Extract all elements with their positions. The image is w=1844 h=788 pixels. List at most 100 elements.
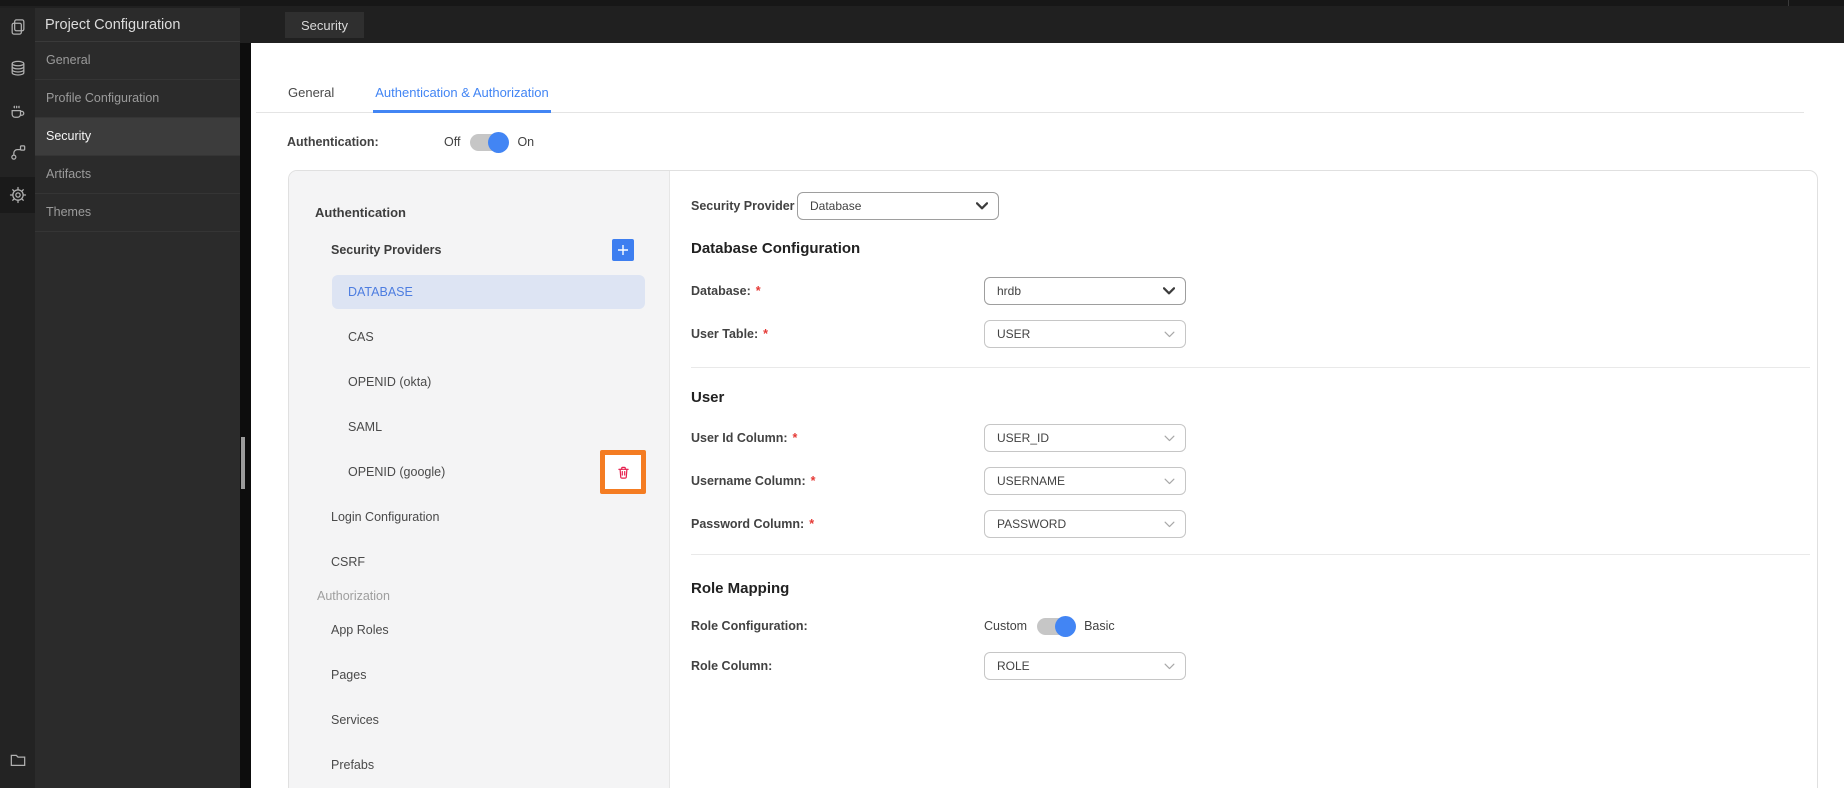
nav-item-app-roles[interactable]: App Roles [331,613,645,647]
file-explorer-icon[interactable] [0,742,35,778]
password-column-select[interactable]: PASSWORD [984,510,1186,538]
required-marker: * [809,517,815,531]
scrollbar-thumb[interactable] [241,437,245,489]
sidebar-item-security[interactable]: Security [35,118,240,156]
nav-item-services[interactable]: Services [331,703,645,737]
username-column-row: Username Column: * USERNAME [691,467,1817,495]
sidebar-item-artifacts[interactable]: Artifacts [35,156,240,194]
sidebar-item-general[interactable]: General [35,42,240,80]
role-configuration-toggle[interactable] [1037,615,1077,637]
required-marker: * [763,327,769,341]
database-configuration-heading: Database Configuration [691,240,861,257]
provider-config-form: Security Provider Database Database Conf… [670,171,1817,788]
sidebar-item-profile-configuration[interactable]: Profile Configuration [35,80,240,118]
toggle-knob [488,131,510,153]
user-table-select[interactable]: USER [984,320,1186,348]
api-flow-icon[interactable] [0,135,35,171]
provider-item-saml[interactable]: SAML [332,410,645,444]
role-mapping-heading: Role Mapping [691,580,790,597]
security-providers-label: Security Providers [331,243,442,257]
authorization-section-header: Authorization [317,589,390,603]
provider-item-openid-google[interactable]: OPENID (google) [332,450,646,494]
role-basic-label: Basic [1084,619,1115,633]
topbar-tab-security[interactable]: Security [285,12,364,38]
user-id-column-value: USER_ID [997,431,1050,445]
toggle-on-label: On [517,135,535,149]
security-tabs: General Authentication & Authorization [286,85,551,113]
config-menu: Project Configuration General Profile Co… [35,8,240,788]
required-marker: * [755,284,761,298]
nav-item-prefabs[interactable]: Prefabs [331,748,645,782]
nav-item-login-configuration[interactable]: Login Configuration [331,500,645,534]
username-column-label: Username Column: * [691,474,816,488]
authorization-items: App Roles Pages Services Prefabs [331,613,645,782]
username-column-value: USERNAME [997,474,1066,488]
user-table-label: User Table: * [691,327,769,341]
chevron-down-icon [1164,663,1175,669]
add-provider-button[interactable] [612,239,634,261]
user-table-value: USER [997,327,1031,341]
role-column-row: Role Column: ROLE [691,652,1817,680]
delete-provider-button[interactable] [600,450,646,494]
user-heading: User [691,389,725,406]
settings-icon[interactable] [0,177,35,213]
authentication-toggle[interactable] [470,131,510,153]
required-marker: * [810,474,816,488]
user-id-column-row: User Id Column: * USER_ID [691,424,1817,452]
config-menu-title: Project Configuration [35,8,240,42]
tab-general[interactable]: General [286,85,336,113]
security-providers-header: Security Providers [331,239,634,261]
security-provider-select[interactable]: Database [797,191,999,220]
role-configuration-label: Role Configuration: [691,619,808,633]
trash-icon [617,466,629,479]
role-column-label: Role Column: [691,659,773,673]
chevron-down-icon [1163,287,1175,295]
security-provider-label: Security Provider [691,198,795,213]
sidebar-item-themes[interactable]: Themes [35,194,240,232]
toggle-knob [1055,615,1077,637]
nav-item-csrf[interactable]: CSRF [331,545,645,579]
icon-rail [0,8,35,788]
user-table-row: User Table: * USER [691,320,1817,348]
username-column-select[interactable]: USERNAME [984,467,1186,495]
canvas-strip [240,43,251,788]
database-value: hrdb [997,284,1022,298]
password-column-label: Password Column: * [691,517,815,531]
provider-item-database[interactable]: DATABASE [332,275,645,309]
provider-item-cas[interactable]: CAS [332,320,645,354]
role-configuration-row: Role Configuration: Custom Basic [691,615,1817,637]
required-marker: * [792,431,798,445]
security-content: General Authentication & Authorization A… [251,43,1844,788]
provider-list: DATABASE CAS OPENID (okta) SAML OPENID (… [332,275,646,494]
pages-icon[interactable] [0,9,35,45]
nav-item-pages[interactable]: Pages [331,658,645,692]
chevron-down-icon [1164,521,1175,527]
chevron-down-icon [976,201,988,209]
topbar-seam [1788,0,1789,6]
left-sidebar: Project Configuration General Profile Co… [0,8,240,788]
role-column-select[interactable]: ROLE [984,652,1186,680]
topbar-tab-label: Security [301,17,348,33]
section-divider [691,367,1810,368]
java-service-icon[interactable] [0,93,35,129]
authentication-label: Authentication: [287,135,379,149]
provider-item-openid-okta[interactable]: OPENID (okta) [332,365,645,399]
chevron-down-icon [1164,478,1175,484]
password-column-value: PASSWORD [997,517,1067,531]
database-label: Database: * [691,284,761,298]
topbar-top-strip [0,0,1844,6]
database-select[interactable]: hrdb [984,277,1186,305]
database-icon[interactable] [0,51,35,87]
section-divider [691,554,1810,555]
database-row: Database: * hrdb [691,277,1817,305]
security-nav-panel: Authentication Security Providers DATABA… [289,171,670,788]
authentication-section-header: Authentication [315,205,406,220]
security-config-card: Authentication Security Providers DATABA… [288,170,1818,788]
role-custom-label: Custom [984,619,1028,633]
toggle-off-label: Off [444,135,461,149]
topbar: Security [0,0,1844,43]
user-id-column-select[interactable]: USER_ID [984,424,1186,452]
tab-authentication-authorization[interactable]: Authentication & Authorization [373,85,551,113]
security-provider-value: Database [810,198,862,213]
role-column-value: ROLE [997,659,1030,673]
